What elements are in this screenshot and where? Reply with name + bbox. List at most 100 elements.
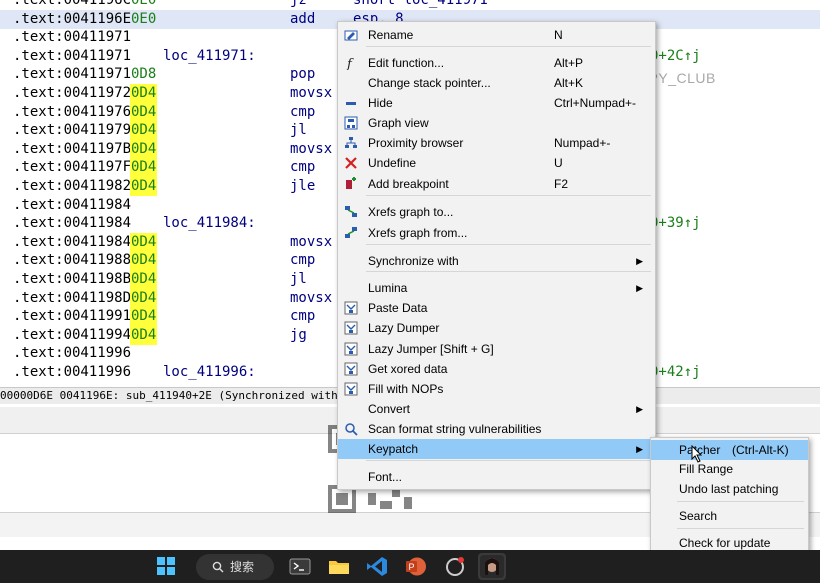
line-xref[interactable]: 0+39↑j <box>650 214 701 233</box>
menu-item-xrefs-graph-to[interactable]: Xrefs graph to... <box>338 202 655 222</box>
line-label[interactable]: loc_411984: <box>163 214 256 233</box>
line-label[interactable]: loc_411996: <box>163 363 256 382</box>
menu-item-label: Graph view <box>368 116 429 130</box>
line-bytes: 0D4 <box>130 325 158 345</box>
line-bytes: 0D4 <box>130 251 158 271</box>
scan-icon <box>345 423 358 436</box>
menu-item-scan-format-string-vulnerabilities[interactable]: Scan format string vulnerabilities <box>338 419 655 439</box>
submenu-arrow-icon: ▶ <box>636 256 643 266</box>
line-mnemonic: cmp <box>290 308 316 325</box>
menu-item-lumina[interactable]: Lumina ▶ <box>338 278 655 298</box>
line-mnemonic: add <box>290 10 316 27</box>
line-mnemonic: movsx <box>290 289 333 306</box>
line-bytes: 0D4 <box>130 84 158 103</box>
menu-item-lazy-jumper-shift-g[interactable]: Lazy Jumper [Shift + G] <box>338 339 655 359</box>
menu-item-hide[interactable]: Hide Ctrl+Numpad+- <box>338 93 655 113</box>
menu-item-proximity-browser[interactable]: Proximity browser Numpad+- <box>338 133 655 153</box>
menu-separator <box>366 244 651 245</box>
line-address: .text:00411991 <box>13 308 132 325</box>
rename-icon <box>344 30 358 41</box>
line-address: .text:0041196E <box>13 10 132 27</box>
taskbar: 搜索 P <box>0 550 820 583</box>
plugin-icon <box>344 382 358 396</box>
line-bytes: 0E0 <box>131 10 157 27</box>
line-address: .text:00411971 <box>13 66 132 83</box>
menu-item-label: Paste Data <box>368 301 428 315</box>
hide-icon <box>346 102 356 105</box>
menu-item-lazy-dumper[interactable]: Lazy Dumper <box>338 318 655 338</box>
submenu-item-patcher[interactable]: Patcher (Ctrl-Alt-K) <box>651 440 808 460</box>
line-mnemonic: pop <box>290 66 316 83</box>
menu-item-label: Get xored data <box>368 362 448 376</box>
menu-item-convert[interactable]: Convert ▶ <box>338 399 655 419</box>
line-xref[interactable]: 0+2C↑j <box>650 47 701 66</box>
svg-text:P: P <box>409 562 415 572</box>
line-mnemonic: jg <box>290 326 307 343</box>
menu-item-shortcut: N <box>554 28 563 42</box>
plugin-icon <box>344 362 358 376</box>
menu-item-graph-view[interactable]: Graph view <box>338 113 655 133</box>
proximity-icon <box>345 137 357 148</box>
line-bytes: 0D4 <box>130 288 158 308</box>
vscode-icon[interactable] <box>363 553 391 580</box>
context-menu: Rename Nf Edit function... Alt+P Change stac… <box>337 21 656 490</box>
menu-item-label: Scan format string vulnerabilities <box>368 422 542 436</box>
menu-item-synchronize-with[interactable]: Synchronize with ▶ <box>338 251 655 271</box>
menu-separator <box>677 528 804 529</box>
windows-start-icon[interactable] <box>152 553 180 580</box>
line-mnemonic: movsx <box>290 85 333 101</box>
submenu-item-fill-range[interactable]: Fill Range <box>651 459 808 479</box>
taskbar-search-box[interactable]: 搜索 <box>196 554 274 580</box>
menu-item-label: Lumina <box>368 281 408 295</box>
line-label[interactable]: loc_411971: <box>163 47 256 66</box>
menu-item-get-xored-data[interactable]: Get xored data <box>338 359 655 379</box>
undefine-icon <box>345 157 357 169</box>
menu-item-fill-with-nops[interactable]: Fill with NOPs <box>338 379 655 399</box>
breakpoint-icon <box>346 177 356 189</box>
menu-item-paste-data[interactable]: Paste Data <box>338 298 655 318</box>
line-address: .text:00411971 <box>13 29 132 46</box>
file-explorer-icon[interactable] <box>325 553 353 580</box>
line-bytes: 0D4 <box>130 121 158 141</box>
terminal-icon[interactable] <box>286 553 314 580</box>
line-operand[interactable]: short loc_411971 <box>353 0 488 10</box>
app-icon[interactable] <box>441 553 469 580</box>
submenu-item-undo-last-patching[interactable]: Undo last patching <box>651 479 808 499</box>
menu-item-shortcut: Ctrl+Numpad+- <box>554 96 637 110</box>
menu-separator <box>366 460 651 461</box>
line-bytes: 0D4 <box>130 232 158 252</box>
line-mnemonic: cmp <box>290 252 316 269</box>
line-bytes: 0E0 <box>131 0 157 8</box>
function-icon: f <box>346 57 354 70</box>
line-address: .text:00411976 <box>13 103 132 120</box>
xrefs-from-icon <box>345 227 357 238</box>
menu-item-edit-function[interactable]: f Edit function... Alt+P <box>338 53 655 73</box>
menu-item-change-stack-pointer[interactable]: Change stack pointer... Alt+K <box>338 73 655 93</box>
menu-item-font[interactable]: Font... <box>338 467 655 487</box>
submenu-item-shortcut: (Ctrl-Alt-K) <box>732 443 789 457</box>
menu-item-xrefs-graph-from[interactable]: Xrefs graph from... <box>338 223 655 243</box>
line-mnemonic: jl <box>290 122 307 139</box>
menu-item-add-breakpoint[interactable]: Add breakpoint F2 <box>338 174 655 194</box>
line-address: .text:00411988 <box>13 252 132 269</box>
avatar[interactable] <box>478 553 506 580</box>
menu-item-label: Undefine <box>368 156 417 170</box>
code-line[interactable]: .text:0041196C 0E0 jz short loc_411971 <box>0 0 820 10</box>
line-mnemonic: cmp <box>290 159 316 176</box>
line-mnemonic: jl <box>290 271 307 287</box>
submenu-item-search[interactable]: Search <box>651 506 808 526</box>
menu-separator <box>366 46 651 47</box>
line-bytes: 0D4 <box>130 102 158 122</box>
menu-item-label: Rename <box>368 28 414 42</box>
menu-item-label: Edit function... <box>368 56 445 70</box>
powerpoint-icon[interactable]: P <box>402 553 430 580</box>
line-address: .text:0041198B <box>13 271 132 287</box>
menu-item-undefine[interactable]: Undefine U <box>338 153 655 173</box>
line-address: .text:00411984 <box>13 233 132 250</box>
line-address: .text:00411994 <box>13 326 132 343</box>
menu-item-rename[interactable]: Rename N <box>338 25 655 45</box>
menu-item-keypatch[interactable]: Keypatch ▶ <box>338 439 655 459</box>
mouse-cursor-icon <box>691 445 703 463</box>
line-xref[interactable]: 0+42↑j <box>650 363 701 382</box>
menu-item-label: Synchronize with <box>368 254 459 268</box>
